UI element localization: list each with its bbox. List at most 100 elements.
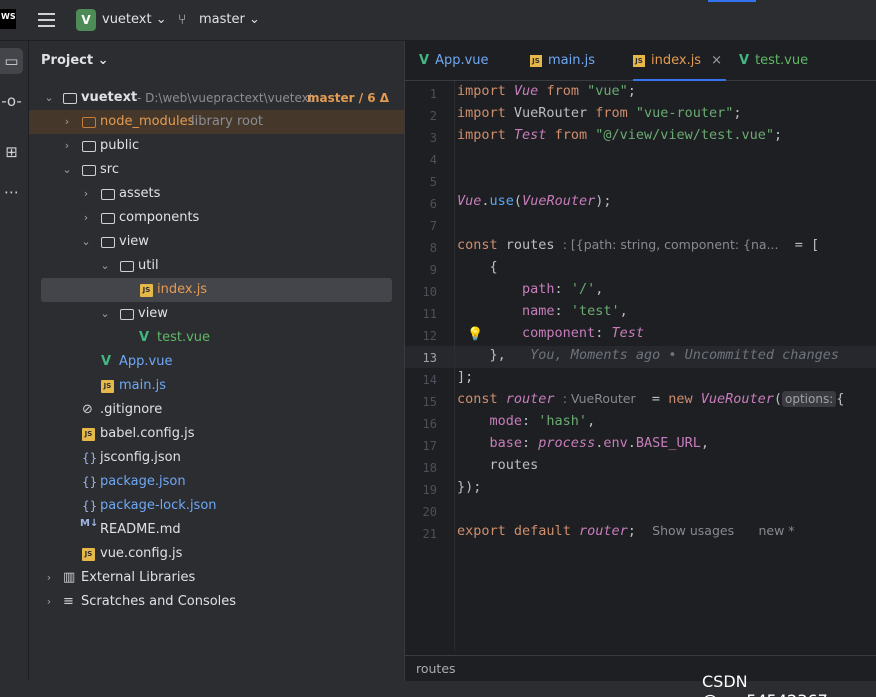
- commit-icon[interactable]: -o-: [0, 88, 23, 114]
- code-line: component: Test: [522, 325, 644, 341]
- tree-item-components[interactable]: › components: [29, 206, 404, 230]
- tree-item-util[interactable]: ⌄ util: [29, 254, 404, 278]
- scratch-icon: ≡: [63, 594, 74, 609]
- tree-item-jsconfig[interactable]: {} jsconfig.json: [29, 446, 404, 470]
- markdown-file-icon: M↓: [80, 518, 99, 529]
- close-icon[interactable]: ×: [711, 53, 722, 68]
- tree-item-babel-config[interactable]: JS babel.config.js: [29, 422, 404, 446]
- breadcrumb-item[interactable]: routes: [416, 661, 456, 676]
- tab-label: index.js: [651, 53, 702, 68]
- vue-file-icon: V: [139, 330, 150, 345]
- js-file-icon: JS: [530, 54, 542, 67]
- git-blame-annotation: You, Moments ago • Uncommitted changes: [530, 347, 840, 363]
- project-panel-header[interactable]: Project ⌄: [41, 53, 109, 68]
- line-number: 3: [429, 131, 437, 145]
- chevron-right-icon: ›: [83, 187, 89, 200]
- tab-label: test.vue: [755, 53, 809, 68]
- editor-pane: V App.vue JS main.js JS index.js × Vtest.vue…: [404, 41, 876, 681]
- library-root-label: library root: [191, 114, 264, 129]
- tool-window-strip: ▭ -o- ⊞ ⋯: [0, 41, 29, 681]
- titlebar-accent: [708, 0, 756, 2]
- line-number: 8: [429, 241, 437, 255]
- tab-test-vue[interactable]: Vtest.vue: [739, 41, 808, 81]
- chevron-right-icon: ›: [83, 211, 89, 224]
- js-file-icon: JS: [82, 428, 95, 441]
- line-number: 7: [429, 219, 437, 233]
- tree-item-label: babel.config.js: [100, 426, 195, 441]
- ignore-file-icon: ⊘: [82, 402, 93, 417]
- folder-icon[interactable]: ▭: [0, 48, 23, 74]
- json-file-icon: {}: [82, 475, 98, 489]
- type-hint: : VueRouter: [562, 391, 636, 406]
- folder-icon: [120, 261, 134, 272]
- line-number: 16: [422, 417, 437, 431]
- folder-icon: [101, 237, 115, 248]
- author-hint: new *: [758, 523, 795, 538]
- tab-index-js[interactable]: JS index.js ×: [633, 41, 726, 81]
- tree-item-scratches[interactable]: › ≡ Scratches and Consoles: [29, 590, 404, 614]
- code-line: mode: 'hash',: [489, 413, 596, 429]
- tree-item-label: assets: [119, 186, 161, 201]
- tree-item-label: index.js: [157, 282, 208, 297]
- main-menu-icon[interactable]: [38, 13, 55, 27]
- line-number-current: 13: [422, 351, 437, 365]
- branch-name: master: [199, 12, 245, 27]
- tree-item-app-vue[interactable]: V App.vue: [29, 350, 404, 374]
- tree-item-src[interactable]: ⌄ src: [29, 158, 404, 182]
- js-file-icon: JS: [82, 548, 95, 561]
- project-badge[interactable]: V: [76, 9, 96, 31]
- tree-item-gitignore[interactable]: ⊘ .gitignore: [29, 398, 404, 422]
- line-number: 11: [422, 307, 437, 321]
- json-file-icon: {}: [82, 451, 98, 465]
- vue-file-icon: V: [739, 53, 750, 68]
- chevron-down-icon: ⌄: [62, 163, 72, 176]
- watermark: CSDN @qq_54542367: [702, 672, 828, 697]
- tab-main-js[interactable]: JS main.js: [530, 41, 595, 81]
- tree-item-vue-config[interactable]: JS vue.config.js: [29, 542, 404, 566]
- structure-icon[interactable]: ⊞: [0, 139, 23, 165]
- vue-file-icon: V: [419, 53, 430, 68]
- tab-app-vue[interactable]: V App.vue: [419, 41, 489, 81]
- tree-item-main-js[interactable]: JS main.js: [29, 374, 404, 398]
- chevron-right-icon: ›: [64, 115, 70, 128]
- project-switcher[interactable]: vuetext ⌄: [102, 12, 167, 27]
- tree-root[interactable]: ⌄ vuetext - D:\web\vuepractext\vuetext m…: [29, 86, 404, 110]
- tree-item-label: node_modules: [100, 114, 195, 129]
- panel-title: Project: [41, 53, 94, 68]
- code-line: Vue.use(VueRouter);: [457, 193, 612, 209]
- parameter-hint: options:: [782, 391, 837, 407]
- folder-icon: [82, 141, 96, 152]
- tree-item-readme[interactable]: M↓ README.md: [29, 518, 404, 542]
- tree-item-label: App.vue: [119, 354, 173, 369]
- tree-item-view[interactable]: ⌄ view: [29, 230, 404, 254]
- tree-item-label: util: [138, 258, 159, 273]
- tree-item-index-js[interactable]: JS index.js: [41, 278, 392, 302]
- more-icon[interactable]: ⋯: [0, 179, 23, 205]
- line-number: 18: [422, 461, 437, 475]
- code-line: path: '/',: [522, 281, 604, 297]
- line-number: 5: [429, 175, 437, 189]
- tree-item-external-libraries[interactable]: › ▥ External Libraries: [29, 566, 404, 590]
- tree-item-package-json[interactable]: {} package.json: [29, 470, 404, 494]
- tree-item-assets[interactable]: › assets: [29, 182, 404, 206]
- tree-item-test-vue[interactable]: V test.vue: [29, 326, 404, 350]
- js-file-icon: JS: [140, 284, 153, 297]
- tree-item-node-modules[interactable]: › node_modules library root: [29, 110, 404, 134]
- type-hint: : [{path: string, component: {na...: [562, 237, 779, 252]
- branch-switcher[interactable]: master ⌄: [199, 12, 260, 27]
- code-line: ];: [457, 369, 474, 385]
- branch-icon: ⑂: [178, 12, 187, 28]
- line-number: 20: [422, 505, 437, 519]
- tree-item-label: public: [100, 138, 140, 153]
- project-panel: Project ⌄ ⌄ vuetext - D:\web\vuepractext…: [29, 41, 404, 681]
- chevron-down-icon: ⌄: [100, 259, 110, 272]
- tree-item-label: jsconfig.json: [100, 450, 181, 465]
- tree-item-package-lock[interactable]: {} package-lock.json: [29, 494, 404, 518]
- folder-icon: [63, 93, 77, 104]
- chevron-down-icon: ⌄: [155, 12, 167, 27]
- tree-item-view-sub[interactable]: ⌄ view: [29, 302, 404, 326]
- tree-root-name: vuetext: [81, 90, 138, 105]
- tree-item-public[interactable]: › public: [29, 134, 404, 158]
- project-name: vuetext: [102, 12, 152, 27]
- chevron-down-icon: ⌄: [248, 12, 260, 27]
